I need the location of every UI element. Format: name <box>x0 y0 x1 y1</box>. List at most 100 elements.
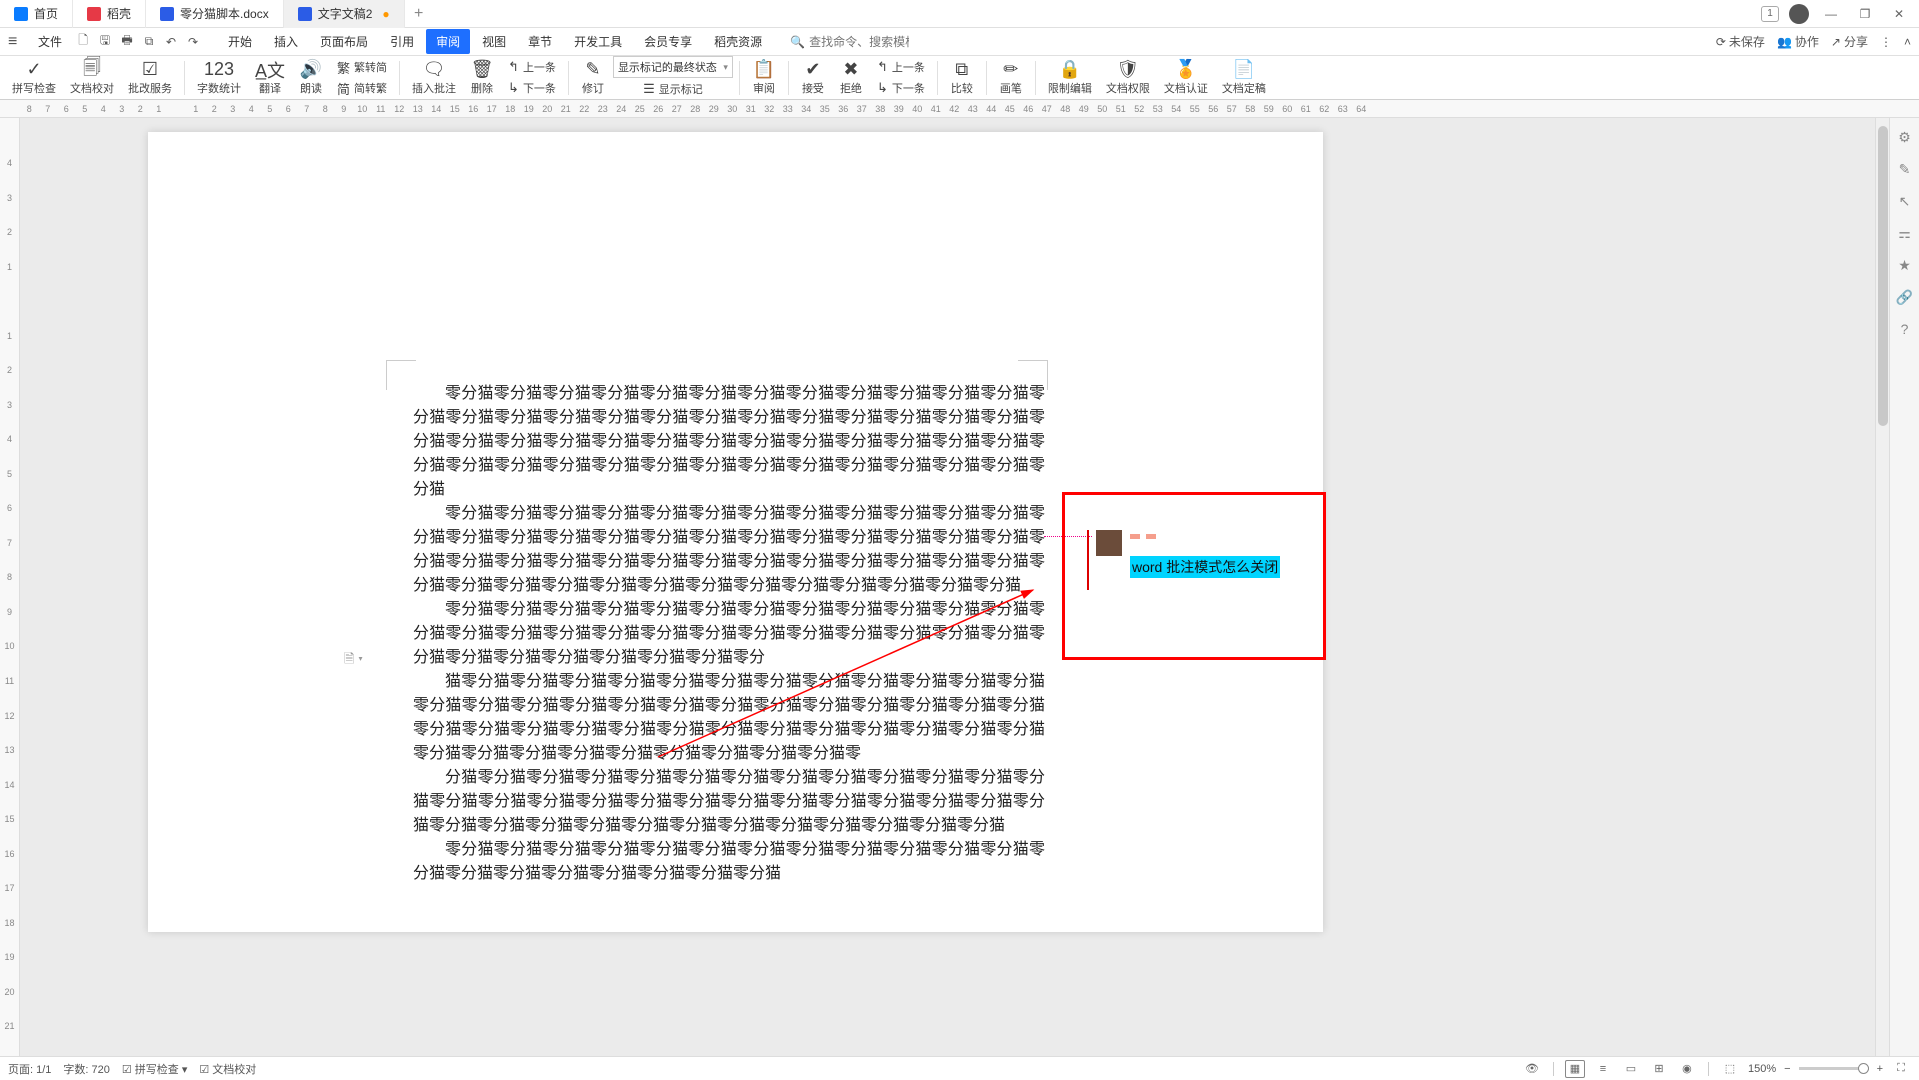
more-icon[interactable]: ⋮ <box>1880 35 1892 49</box>
document-canvas[interactable]: 零分猫零分猫零分猫零分猫零分猫零分猫零分猫零分猫零分猫零分猫零分猫零分猫零分猫零… <box>20 118 1875 1056</box>
next-comment-button[interactable]: ↳下一条 <box>502 78 562 98</box>
sidebar-edit-icon[interactable]: ✎ <box>1896 160 1914 178</box>
paragraph[interactable]: 分猫零分猫零分猫零分猫零分猫零分猫零分猫零分猫零分猫零分猫零分猫零分猫零分猫零分… <box>413 766 1045 838</box>
minimize-button[interactable]: — <box>1819 2 1843 26</box>
comment-action-dots[interactable] <box>1130 534 1156 539</box>
paragraph[interactable]: 零分猫零分猫零分猫零分猫零分猫零分猫零分猫零分猫零分猫零分猫零分猫零分猫零分猫零… <box>413 598 1045 670</box>
tab-doc-2[interactable]: 文字文稿2● <box>284 0 405 28</box>
unsaved-status[interactable]: ⟳ 未保存 <box>1716 33 1765 50</box>
trad-simp-button[interactable]: 简简转繁 <box>331 78 393 98</box>
prev-change-button[interactable]: ↰上一条 <box>871 57 931 77</box>
prev-comment-button[interactable]: ↰上一条 <box>502 57 562 77</box>
sidebar-toolbox-icon[interactable]: ⚙ <box>1896 128 1914 146</box>
file-menu[interactable]: 文件 <box>30 31 70 52</box>
spell-check-button[interactable]: ✓拼写检查 <box>6 58 62 98</box>
accept-button[interactable]: ✔接受 <box>795 58 831 98</box>
delete-comment-button[interactable]: 🗑删除 <box>464 58 500 98</box>
menu-member[interactable]: 会员专享 <box>634 29 702 54</box>
menu-doke-res[interactable]: 稻壳资源 <box>704 29 772 54</box>
view-focus-icon[interactable]: ◉ <box>1677 1060 1697 1078</box>
paragraph[interactable]: 猫零分猫零分猫零分猫零分猫零分猫零分猫零分猫零分猫零分猫零分猫零分猫零分猫零分猫… <box>413 670 1045 766</box>
compare-button[interactable]: ⧉比较 <box>944 58 980 98</box>
notification-badge[interactable]: 1 <box>1761 6 1779 22</box>
paragraph[interactable]: 零分猫零分猫零分猫零分猫零分猫零分猫零分猫零分猫零分猫零分猫零分猫零分猫零分猫零… <box>413 502 1045 598</box>
collapse-ribbon-icon[interactable]: ˄ <box>1904 35 1911 49</box>
show-markup-button[interactable]: ☰显示标记 <box>613 79 733 99</box>
share-button[interactable]: ↗ 分享 <box>1831 33 1868 50</box>
doc-auth-button[interactable]: 🏅文档认证 <box>1158 58 1214 98</box>
tab-home[interactable]: 首页 <box>0 0 73 28</box>
doc-final-button[interactable]: 📄文档定稿 <box>1216 58 1272 98</box>
menu-review[interactable]: 审阅 <box>426 29 470 54</box>
view-web-icon[interactable]: ⊞ <box>1649 1060 1669 1078</box>
user-avatar[interactable] <box>1789 4 1809 24</box>
word-count-button[interactable]: 123字数统计 <box>191 58 247 98</box>
scrollbar-thumb[interactable] <box>1878 126 1888 426</box>
menu-section[interactable]: 章节 <box>518 29 562 54</box>
eye-mode-icon[interactable]: 👁 <box>1522 1060 1542 1078</box>
new-tab-button[interactable]: + <box>405 5 433 23</box>
tab-doke[interactable]: 稻壳 <box>73 0 146 28</box>
menu-start[interactable]: 开始 <box>218 29 262 54</box>
qat-save-icon[interactable]: 🖫 <box>96 33 114 51</box>
command-search[interactable]: 🔍 <box>790 35 909 49</box>
search-input[interactable] <box>809 35 909 49</box>
page-content[interactable]: 零分猫零分猫零分猫零分猫零分猫零分猫零分猫零分猫零分猫零分猫零分猫零分猫零分猫零… <box>413 382 1045 886</box>
zoom-slider[interactable] <box>1799 1067 1869 1070</box>
menu-reference[interactable]: 引用 <box>380 29 424 54</box>
translate-button[interactable]: A̲文翻译 <box>249 58 291 98</box>
tab-doc-1[interactable]: 零分猫脚本.docx <box>146 0 284 28</box>
zoom-value[interactable]: 150% <box>1748 1063 1776 1075</box>
view-outline-icon[interactable]: ≡ <box>1593 1060 1613 1078</box>
qat-print-icon[interactable]: 🖶 <box>118 33 136 51</box>
doc-perm-button[interactable]: 🛡文档权限 <box>1100 58 1156 98</box>
comment-text[interactable]: word 批注模式怎么关闭 <box>1130 556 1280 578</box>
status-page[interactable]: 页面: 1/1 <box>8 1061 51 1077</box>
reject-button[interactable]: ✖拒绝 <box>833 58 869 98</box>
status-proof[interactable]: ☑ 文档校对 <box>199 1061 256 1077</box>
sidebar-settings-icon[interactable]: ⚎ <box>1896 224 1914 242</box>
qat-redo-icon[interactable]: ↷ <box>184 33 202 51</box>
coop-button[interactable]: 👥 协作 <box>1777 33 1819 50</box>
menu-insert[interactable]: 插入 <box>264 29 308 54</box>
zoom-out-button[interactable]: − <box>1784 1063 1790 1075</box>
comment-author-avatar[interactable] <box>1096 530 1122 556</box>
revise-service-button[interactable]: ☑批改服务 <box>122 58 178 98</box>
vertical-ruler[interactable]: 4321123456789101112131415161718192021 <box>0 118 20 1056</box>
qat-new-icon[interactable]: 🗋 <box>74 33 92 51</box>
sidebar-select-icon[interactable]: ↖ <box>1896 192 1914 210</box>
menu-page-layout[interactable]: 页面布局 <box>310 29 378 54</box>
zoom-fit-icon[interactable]: ⬚ <box>1720 1060 1740 1078</box>
menu-developer[interactable]: 开发工具 <box>564 29 632 54</box>
fullscreen-icon[interactable]: ⛶ <box>1891 1060 1911 1078</box>
read-aloud-button[interactable]: 🔊朗读 <box>293 58 329 98</box>
sidebar-favorite-icon[interactable]: ★ <box>1896 256 1914 274</box>
view-read-icon[interactable]: ▭ <box>1621 1060 1641 1078</box>
paragraph[interactable]: 零分猫零分猫零分猫零分猫零分猫零分猫零分猫零分猫零分猫零分猫零分猫零分猫零分猫零… <box>413 382 1045 502</box>
zoom-in-button[interactable]: + <box>1877 1063 1883 1075</box>
vertical-scrollbar[interactable] <box>1875 118 1889 1056</box>
sidebar-help-icon[interactable]: ? <box>1896 320 1914 338</box>
status-spell[interactable]: ☑ 拼写检查 ▾ <box>122 1061 188 1077</box>
insert-comment-button[interactable]: 🗨插入批注 <box>406 58 462 98</box>
doc-proof-button[interactable]: 🗐文档校对 <box>64 58 120 98</box>
review-pane-button[interactable]: 📋审阅 <box>746 58 782 98</box>
restrict-edit-button[interactable]: 🔒限制编辑 <box>1042 58 1098 98</box>
menu-view[interactable]: 视图 <box>472 29 516 54</box>
zoom-slider-knob[interactable] <box>1858 1063 1869 1074</box>
qat-undo-icon[interactable]: ↶ <box>162 33 180 51</box>
horizontal-ruler[interactable]: 8765432112345678910111213141516171819202… <box>0 100 1919 118</box>
pen-button[interactable]: ✏画笔 <box>993 58 1029 98</box>
revise-button[interactable]: ✎修订 <box>575 58 611 98</box>
qat-preview-icon[interactable]: ⧉ <box>140 33 158 51</box>
close-button[interactable]: ✕ <box>1887 2 1911 26</box>
next-change-button[interactable]: ↳下一条 <box>871 78 931 98</box>
display-mode-select[interactable]: 显示标记的最终状态▾ <box>613 56 733 78</box>
view-page-icon[interactable]: ▦ <box>1565 1060 1585 1078</box>
hamburger-icon[interactable]: ≡ <box>8 33 26 51</box>
simp-trad-button[interactable]: 繁繁转简 <box>331 57 393 77</box>
status-words[interactable]: 字数: 720 <box>63 1061 109 1077</box>
paragraph[interactable]: 零分猫零分猫零分猫零分猫零分猫零分猫零分猫零分猫零分猫零分猫零分猫零分猫零分猫零… <box>413 838 1045 886</box>
page-nav-indicator[interactable]: 🗎 ▾ <box>344 650 363 672</box>
maximize-button[interactable]: ❐ <box>1853 2 1877 26</box>
